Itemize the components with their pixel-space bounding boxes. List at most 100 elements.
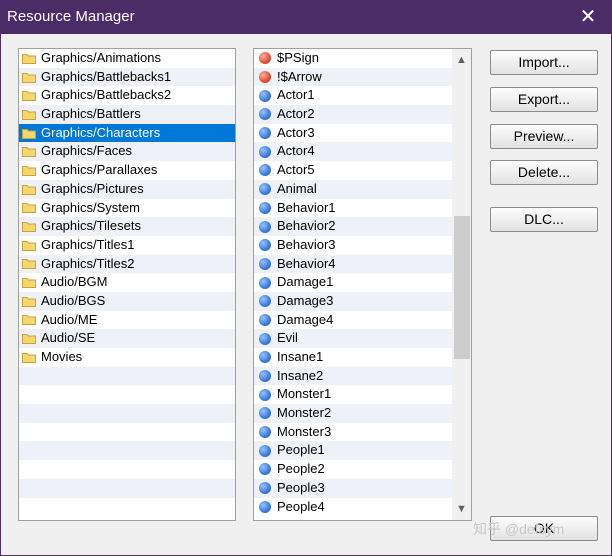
file-item-label: People2 bbox=[277, 461, 325, 477]
folder-item-label: Audio/BGM bbox=[41, 274, 108, 290]
file-item-label: People4 bbox=[277, 498, 325, 514]
blue-dot-icon bbox=[259, 482, 271, 495]
folder-item-label: Graphics/System bbox=[41, 199, 140, 215]
folder-item-label: Audio/BGS bbox=[41, 292, 106, 308]
file-item[interactable]: Behavior2 bbox=[254, 217, 471, 236]
file-list-scrollbar[interactable]: ▲ ▼ bbox=[452, 49, 471, 520]
folder-item-label: Graphics/Animations bbox=[41, 50, 161, 65]
folder-item[interactable]: Graphics/Titles2 bbox=[19, 254, 235, 274]
folder-item[interactable]: Graphics/Characters bbox=[19, 123, 235, 143]
blue-dot-icon bbox=[259, 407, 271, 420]
scroll-up-arrow-icon[interactable]: ▲ bbox=[452, 49, 471, 71]
file-item[interactable]: !$Arrow bbox=[254, 67, 471, 87]
close-button[interactable]: ✕ bbox=[565, 1, 611, 34]
file-item[interactable]: Insane1 bbox=[254, 348, 471, 367]
file-item[interactable]: Damage3 bbox=[254, 291, 471, 311]
file-item[interactable]: Animal bbox=[254, 179, 471, 199]
file-item-label: Monster3 bbox=[277, 423, 332, 439]
folder-item[interactable]: Graphics/Battlebacks2 bbox=[19, 86, 235, 106]
folder-item[interactable]: Graphics/System bbox=[19, 198, 235, 218]
file-item[interactable]: Monster1 bbox=[254, 385, 471, 405]
folder-icon bbox=[22, 352, 36, 363]
scroll-thumb[interactable] bbox=[454, 216, 470, 359]
blue-dot-icon bbox=[259, 351, 271, 364]
file-item-label: Damage3 bbox=[277, 292, 334, 308]
watermark: 知乎 @defsym bbox=[473, 521, 565, 537]
blue-dot-icon bbox=[259, 313, 271, 326]
folder-item-label: Movies bbox=[41, 349, 83, 364]
file-item[interactable]: Actor2 bbox=[254, 105, 471, 124]
file-item[interactable]: People1 bbox=[254, 441, 471, 461]
file-item[interactable]: People4 bbox=[254, 497, 471, 517]
red-dot-icon bbox=[259, 52, 271, 65]
file-item-label: Actor4 bbox=[277, 143, 315, 159]
file-item-label: Behavior1 bbox=[277, 199, 336, 215]
file-item[interactable]: Behavior3 bbox=[254, 235, 471, 255]
delete-button[interactable]: Delete... bbox=[490, 160, 598, 185]
file-item-label: Actor2 bbox=[277, 106, 315, 122]
file-item[interactable]: Actor1 bbox=[254, 86, 471, 106]
folder-icon bbox=[22, 240, 36, 251]
folder-icon bbox=[22, 258, 36, 270]
folder-item[interactable]: Movies bbox=[19, 348, 235, 367]
file-item[interactable]: Damage4 bbox=[254, 310, 471, 330]
file-item[interactable]: Actor4 bbox=[254, 142, 471, 162]
file-rows: $PSign !$Arrow Actor1 Actor2 Actor3 Actor4 Act… bbox=[254, 49, 471, 517]
blue-dot-icon bbox=[259, 257, 271, 270]
folder-item-label: Graphics/Parallaxes bbox=[41, 162, 158, 178]
folder-icon bbox=[22, 184, 36, 195]
folder-item-label: Graphics/Tilesets bbox=[41, 218, 141, 234]
folder-item[interactable]: Audio/BGM bbox=[19, 273, 235, 292]
file-item[interactable]: Actor5 bbox=[254, 161, 471, 180]
folder-item[interactable]: Graphics/Battlebacks1 bbox=[19, 67, 235, 87]
folder-item-label: Graphics/Pictures bbox=[41, 180, 144, 196]
file-item[interactable]: $PSign bbox=[254, 49, 471, 68]
file-item-label: Actor3 bbox=[277, 124, 315, 140]
file-item-label: Monster1 bbox=[277, 386, 332, 402]
folder-item[interactable]: Graphics/Pictures bbox=[19, 179, 235, 199]
blue-dot-icon bbox=[259, 426, 271, 439]
empty-row bbox=[19, 385, 235, 405]
folder-item[interactable]: Graphics/Titles1 bbox=[19, 235, 235, 255]
folder-item[interactable]: Audio/SE bbox=[19, 329, 235, 348]
file-item-label: People1 bbox=[277, 442, 325, 458]
file-item[interactable]: Monster2 bbox=[254, 404, 471, 423]
folder-item-label: Graphics/Titles1 bbox=[41, 236, 135, 252]
blue-dot-icon bbox=[259, 201, 271, 214]
empty-row bbox=[19, 478, 235, 498]
red-dot-icon bbox=[259, 71, 271, 84]
folder-item[interactable]: Graphics/Parallaxes bbox=[19, 161, 235, 180]
blue-dot-icon bbox=[259, 183, 271, 196]
import-button[interactable]: Import... bbox=[490, 50, 598, 75]
folder-list[interactable]: Graphics/Animations Graphics/Battlebacks1… bbox=[18, 48, 236, 521]
folder-item[interactable]: Graphics/Animations bbox=[19, 49, 235, 68]
blue-dot-icon bbox=[259, 239, 271, 252]
blue-dot-icon bbox=[259, 388, 271, 401]
export-button[interactable]: Export... bbox=[490, 87, 598, 112]
scroll-down-arrow-icon[interactable]: ▼ bbox=[452, 498, 471, 520]
preview-button[interactable]: Preview... bbox=[490, 124, 598, 149]
folder-item[interactable]: Audio/BGS bbox=[19, 291, 235, 311]
file-list[interactable]: $PSign !$Arrow Actor1 Actor2 Actor3 Actor4 Act… bbox=[253, 48, 472, 521]
folder-item[interactable]: Graphics/Battlers bbox=[19, 105, 235, 124]
file-item[interactable]: Behavior1 bbox=[254, 198, 471, 218]
folder-icon bbox=[22, 90, 36, 102]
file-item[interactable]: Damage1 bbox=[254, 273, 471, 292]
file-item[interactable]: Behavior4 bbox=[254, 254, 471, 274]
folder-item-label: Graphics/Titles2 bbox=[41, 255, 135, 271]
file-item-label: Monster2 bbox=[277, 405, 332, 421]
folder-icon bbox=[22, 109, 36, 120]
file-item[interactable]: Monster3 bbox=[254, 422, 471, 442]
file-item-label: Animal bbox=[277, 180, 317, 196]
folder-item[interactable]: Audio/ME bbox=[19, 310, 235, 330]
file-item[interactable]: Actor3 bbox=[254, 123, 471, 143]
folder-item[interactable]: Graphics/Tilesets bbox=[19, 217, 235, 236]
file-item[interactable]: Evil bbox=[254, 329, 471, 348]
folder-item[interactable]: Graphics/Faces bbox=[19, 142, 235, 162]
file-item[interactable]: People2 bbox=[254, 460, 471, 479]
empty-row bbox=[19, 497, 235, 517]
file-item[interactable]: Insane2 bbox=[254, 366, 471, 386]
blue-dot-icon bbox=[259, 220, 271, 233]
dlc-button[interactable]: DLC... bbox=[490, 207, 598, 232]
file-item[interactable]: People3 bbox=[254, 478, 471, 498]
